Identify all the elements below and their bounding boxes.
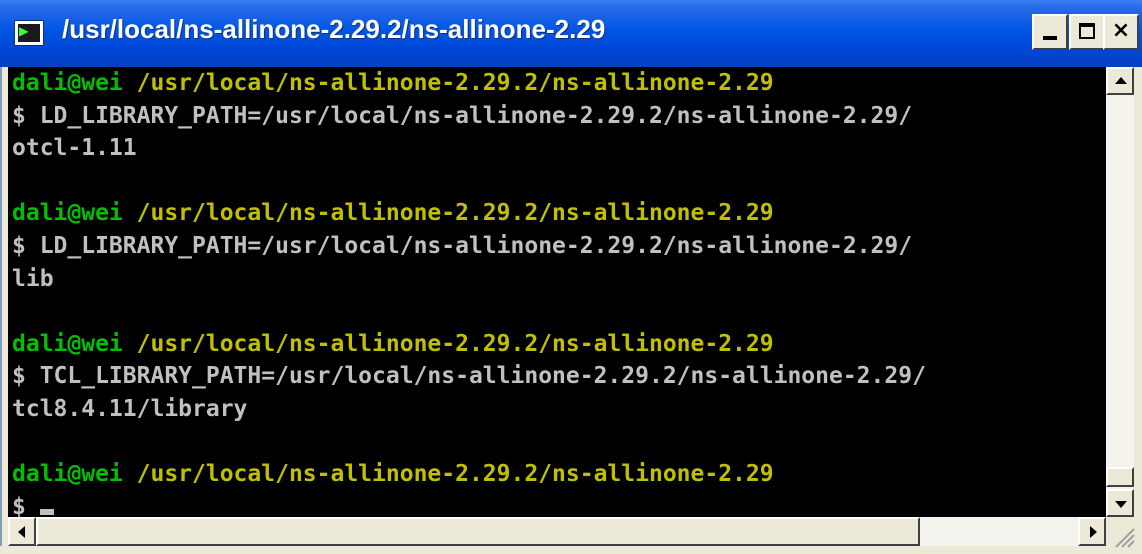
prompt-line: dali@wei /usr/local/ns-allinone-2.29.2/n… [12,67,774,99]
close-button[interactable]: × [1103,14,1139,50]
scroll-left-button[interactable] [8,517,36,546]
horizontal-scroll-thumb[interactable] [36,517,920,546]
terminal-window: ▶ /usr/local/ns-allinone-2.29.2/ns-allin… [0,0,1142,554]
prompt-line: dali@wei /usr/local/ns-allinone-2.29.2/n… [12,328,774,360]
minimize-icon [1043,36,1057,40]
vertical-scrollbar[interactable] [1106,67,1134,517]
prompt-line: dali@wei /usr/local/ns-allinone-2.29.2/n… [12,458,774,490]
window-title: /usr/local/ns-allinone-2.29.2/ns-allinon… [62,14,606,44]
scroll-down-button[interactable] [1106,489,1134,517]
command-line-wrap: lib [12,265,54,292]
input-line[interactable]: $ [12,491,54,517]
command-line-wrap: otcl-1.11 [12,135,137,162]
prompt-user: dali@wei [12,200,123,227]
prompt-path: /usr/local/ns-allinone-2.29.2/ns-allinon… [122,461,774,488]
resize-grip[interactable] [1106,517,1142,554]
arrow-right-icon [1090,526,1097,538]
prompt-path: /usr/local/ns-allinone-2.29.2/ns-allinon… [122,200,774,227]
prompt-user: dali@wei [12,330,123,357]
arrow-left-icon [18,526,25,538]
prompt-path: /usr/local/ns-allinone-2.29.2/ns-allinon… [122,70,774,96]
command-line: $ TCL_LIBRARY_PATH=/usr/local/ns-allinon… [12,363,926,390]
prompt-symbol: $ [12,493,40,517]
maximize-button[interactable] [1069,14,1105,50]
arrow-up-icon [1115,77,1127,84]
window-border-left [0,67,8,554]
arrow-down-icon [1115,501,1127,508]
window-border-right [1134,67,1142,517]
prompt-line: dali@wei /usr/local/ns-allinone-2.29.2/n… [12,197,774,229]
window-border-bottom [0,546,1106,554]
horizontal-scrollbar[interactable] [8,517,1106,546]
text-cursor [39,508,54,515]
prompt-user: dali@wei [12,70,123,96]
resize-grip-icon [1115,528,1135,548]
maximize-icon [1079,23,1095,39]
scroll-up-button[interactable] [1106,67,1134,95]
command-line-wrap: tcl8.4.11/library [12,396,248,422]
prompt-path: /usr/local/ns-allinone-2.29.2/ns-allinon… [122,330,774,357]
title-bar[interactable]: ▶ /usr/local/ns-allinone-2.29.2/ns-allin… [0,0,1142,67]
minimize-button[interactable] [1032,14,1068,50]
command-line: $ LD_LIBRARY_PATH=/usr/local/ns-allinone… [12,233,913,259]
prompt-user: dali@wei [12,461,123,488]
vertical-scroll-thumb[interactable] [1106,467,1134,487]
command-line: $ LD_LIBRARY_PATH=/usr/local/ns-allinone… [12,102,913,129]
terminal-icon[interactable]: ▶ [14,20,44,46]
terminal-output[interactable]: dali@wei /usr/local/ns-allinone-2.29.2/n… [8,67,1106,517]
scroll-right-button[interactable] [1078,517,1106,546]
